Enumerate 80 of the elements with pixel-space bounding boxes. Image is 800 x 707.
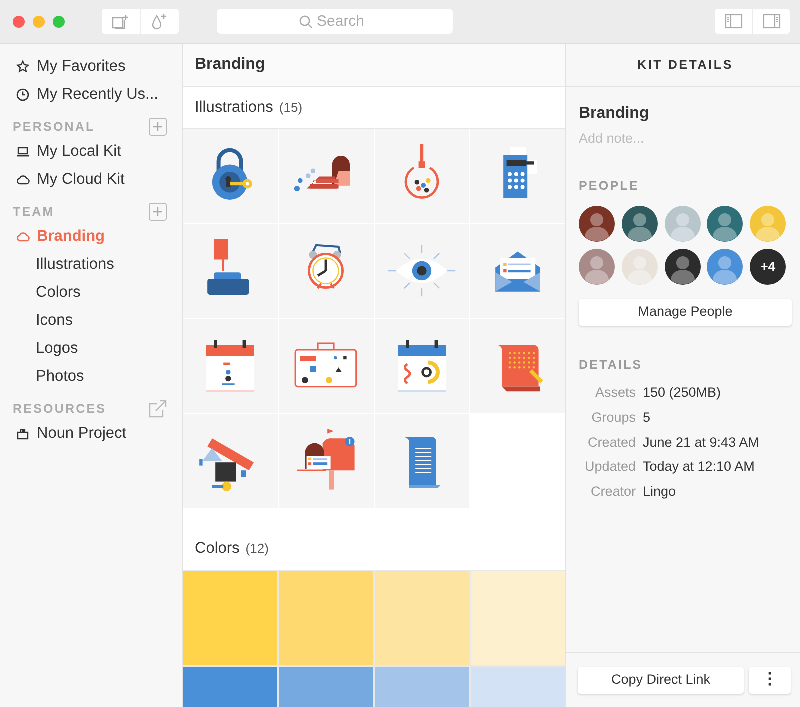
color-swatch[interactable] (279, 571, 373, 665)
star-icon (16, 60, 30, 74)
search-field[interactable]: Search (217, 9, 453, 34)
detail-value: 5 (643, 408, 651, 427)
detail-value: Lingo (643, 483, 676, 502)
sidebar-item[interactable]: My Recently Us... (37, 83, 158, 107)
section-header: TEAM (13, 204, 55, 221)
cloud-icon (16, 173, 30, 187)
external-link-icon[interactable] (149, 400, 167, 418)
section-title: Illustrations (195, 98, 274, 118)
detail-label: Groups (590, 408, 636, 427)
detail-label: Creator (590, 483, 636, 502)
search-icon (299, 15, 313, 29)
section-header: DETAILS (579, 357, 644, 374)
drop-plus-icon (151, 13, 169, 30)
illustration-thumbnail[interactable] (278, 129, 374, 223)
sidebar-left-icon (724, 14, 742, 29)
detail-value: 150 (250MB) (643, 384, 722, 402)
item-count: (12) (246, 540, 269, 558)
zoom-button[interactable] (53, 16, 65, 28)
illustration-thumbnail[interactable] (470, 129, 565, 223)
item-count: (15) (279, 98, 303, 117)
detail-value: June 21 at 9:43 AM (643, 434, 760, 452)
section-header: PERSONAL (13, 118, 96, 136)
avatar[interactable] (622, 206, 658, 242)
illustration-thumbnail[interactable] (278, 319, 374, 413)
detail-value: Today at 12:10 AM (643, 458, 755, 476)
section-header: RESOURCES (13, 400, 107, 418)
laptop-icon (16, 145, 30, 159)
more-button[interactable]: ⋮ (749, 666, 791, 694)
sidebar-item[interactable]: Colors (36, 281, 81, 305)
illustration-thumbnail[interactable] (374, 319, 470, 413)
sidebar-item[interactable]: Icons (36, 309, 74, 333)
add-button[interactable] (149, 118, 167, 136)
color-swatch[interactable] (375, 571, 469, 665)
new-kit-button[interactable] (102, 9, 140, 34)
illustration-thumbnail[interactable] (470, 224, 565, 318)
sidebar-right-icon (762, 14, 780, 29)
sidebar-item[interactable]: My Local Kit (37, 140, 122, 164)
note-field[interactable]: Add note... (579, 129, 779, 150)
cloud-icon (16, 230, 30, 244)
section-title: Colors (195, 539, 240, 560)
sidebar-item[interactable]: Noun Project (37, 422, 127, 446)
more-people-badge[interactable]: +4 (750, 249, 786, 285)
avatar[interactable] (579, 206, 615, 242)
illustration-thumbnail[interactable] (278, 224, 374, 318)
illustration-thumbnail[interactable] (183, 414, 278, 508)
left-panel-button[interactable] (715, 9, 752, 34)
new-color-button[interactable] (141, 9, 179, 34)
kit-name: Branding (579, 104, 650, 124)
illustration-thumbnail[interactable] (183, 224, 278, 318)
illustration-thumbnail[interactable] (278, 414, 374, 508)
illustration-thumbnail[interactable] (183, 319, 278, 413)
detail-label: Updated (584, 458, 636, 476)
color-swatch[interactable] (471, 571, 565, 665)
sidebar-item[interactable]: Illustrations (36, 253, 114, 277)
illustration-thumbnail[interactable] (374, 414, 470, 508)
sidebar-item[interactable]: Logos (36, 337, 78, 361)
illustration-thumbnail[interactable] (374, 224, 470, 318)
section-header: PEOPLE (579, 178, 640, 196)
sidebar-item[interactable]: Photos (36, 365, 84, 389)
illustration-thumbnail[interactable] (374, 129, 470, 223)
bag-icon (16, 427, 30, 441)
close-button[interactable] (13, 16, 25, 28)
square-plus-icon (112, 14, 130, 30)
color-swatch[interactable] (183, 571, 277, 665)
detail-label: Created (586, 434, 636, 452)
right-panel-button[interactable] (753, 9, 790, 34)
avatar[interactable] (664, 249, 701, 285)
detail-label: Assets (594, 384, 636, 402)
illustration-thumbnail[interactable] (470, 319, 565, 413)
clock-icon (16, 88, 30, 102)
manage-people-button[interactable]: Manage People (579, 299, 792, 326)
add-button[interactable] (149, 203, 167, 221)
sidebar-item[interactable]: My Favorites (37, 55, 126, 79)
copy-link-button[interactable]: Copy Direct Link (578, 666, 744, 694)
page-title: Branding (195, 55, 266, 75)
illustration-thumbnail[interactable] (183, 129, 278, 223)
panel-title: KIT DETAILS (638, 56, 734, 74)
sidebar-item[interactable]: My Cloud Kit (37, 168, 125, 192)
